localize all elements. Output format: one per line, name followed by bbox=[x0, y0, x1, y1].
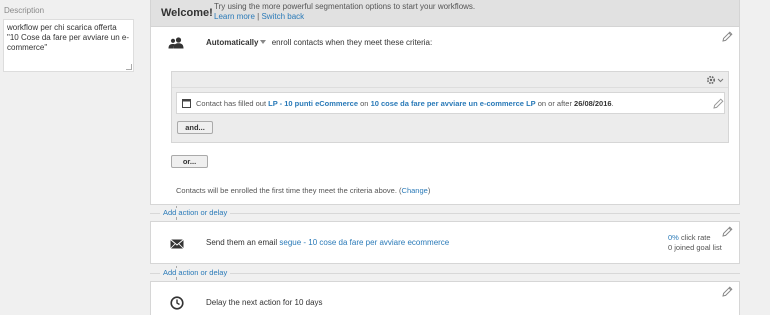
description-value: workflow per chi scarica offerta "10 Cos… bbox=[7, 23, 130, 52]
enrollment-mode-dropdown[interactable]: Automatically bbox=[206, 38, 258, 47]
condition-date: 26/08/2016 bbox=[574, 99, 612, 108]
enrollment-trigger-card: Automatically enroll contacts when they … bbox=[150, 27, 740, 205]
email-link[interactable]: segue - 10 cose da fare per avviare ecom… bbox=[279, 238, 449, 247]
form-icon bbox=[182, 99, 191, 108]
add-action-link[interactable]: Add action or delay bbox=[160, 208, 231, 217]
welcome-message-block: Try using the more powerful segmentation… bbox=[214, 2, 475, 22]
link-separator: | bbox=[257, 12, 260, 21]
delay-action-text: Delay the next action for 10 days bbox=[206, 298, 323, 307]
edit-pencil-icon[interactable] bbox=[713, 98, 724, 109]
welcome-title: Welcome! bbox=[161, 7, 213, 19]
email-action-text: Send them an email segue - 10 cose da fa… bbox=[206, 238, 449, 247]
condition-text: Contact has filled out LP - 10 punti eCo… bbox=[196, 99, 614, 108]
trigger-text: enroll contacts when they meet these cri… bbox=[271, 38, 433, 47]
welcome-banner: Welcome! Try using the more powerful seg… bbox=[150, 0, 740, 27]
page-link[interactable]: 10 cose da fare per avviare un e-commerc… bbox=[371, 99, 536, 108]
contacts-icon bbox=[168, 37, 184, 49]
gear-icon[interactable] bbox=[706, 75, 724, 85]
email-stats: 0% click rate 0 joined goal list bbox=[668, 233, 722, 253]
and-button[interactable]: and... bbox=[177, 121, 213, 134]
condition-prefix: Contact has filled out bbox=[196, 99, 267, 108]
envelope-icon bbox=[170, 239, 184, 249]
change-link[interactable]: Change bbox=[402, 186, 428, 195]
condition-date-prefix: on or after bbox=[537, 99, 572, 108]
clock-icon bbox=[170, 296, 184, 310]
description-textarea[interactable]: workflow per chi scarica offerta "10 Cos… bbox=[3, 19, 134, 72]
edit-pencil-icon[interactable] bbox=[722, 286, 733, 297]
delay-action-card[interactable]: Delay the next action for 10 days bbox=[150, 281, 740, 315]
add-action-row: Add action or delay bbox=[150, 206, 740, 220]
criteria-condition[interactable]: Contact has filled out LP - 10 punti eCo… bbox=[176, 92, 725, 114]
learn-more-link[interactable]: Learn more bbox=[214, 12, 255, 21]
criteria-toolbar bbox=[172, 72, 728, 88]
trigger-sentence: Automatically enroll contacts when they … bbox=[206, 38, 432, 47]
click-rate-label: click rate bbox=[680, 233, 711, 242]
goal-list-count: 0 joined goal list bbox=[668, 243, 722, 252]
edit-pencil-icon[interactable] bbox=[722, 226, 733, 237]
switch-back-link[interactable]: Switch back bbox=[261, 12, 304, 21]
add-action-row: Add action or delay bbox=[150, 266, 740, 280]
email-action-card[interactable]: Send them an email segue - 10 cose da fa… bbox=[150, 221, 740, 264]
welcome-message: Try using the more powerful segmentation… bbox=[214, 2, 476, 11]
condition-suffix: . bbox=[611, 99, 614, 108]
or-button[interactable]: or... bbox=[171, 155, 208, 168]
chevron-down-icon[interactable] bbox=[260, 40, 267, 45]
divider bbox=[150, 213, 740, 214]
description-panel: Description workflow per chi scarica off… bbox=[0, 0, 140, 315]
resize-handle[interactable] bbox=[126, 64, 132, 70]
form-link[interactable]: LP - 10 punti eCommerce bbox=[268, 99, 358, 108]
email-action-label: Send them an email bbox=[206, 238, 278, 247]
add-action-link[interactable]: Add action or delay bbox=[160, 268, 231, 277]
description-label: Description bbox=[4, 6, 45, 15]
enrollment-note: Contacts will be enrolled the first time… bbox=[176, 186, 430, 195]
paren-close: ) bbox=[427, 186, 431, 195]
divider bbox=[150, 273, 740, 274]
edit-pencil-icon[interactable] bbox=[722, 31, 733, 42]
enrollment-note-text: Contacts will be enrolled the first time… bbox=[176, 186, 397, 195]
condition-on-word: on bbox=[360, 99, 369, 108]
click-rate-value[interactable]: 0% bbox=[668, 233, 679, 242]
criteria-box: Contact has filled out LP - 10 punti eCo… bbox=[171, 71, 729, 143]
